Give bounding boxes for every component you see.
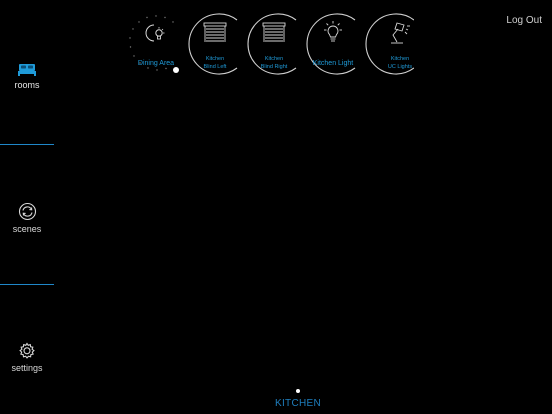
device-label: Kitchen Light bbox=[312, 60, 354, 67]
sidebar-item-settings[interactable]: settings bbox=[0, 342, 54, 373]
device-label: UC Lights bbox=[387, 64, 413, 70]
device-kitchen-blind-left[interactable]: Kitchen Blind Left bbox=[185, 12, 245, 76]
gear-icon bbox=[19, 342, 35, 359]
blind-icon bbox=[203, 22, 227, 42]
room-name: KITCHEN bbox=[275, 398, 321, 409]
scenes-icon bbox=[18, 202, 36, 221]
sidebar-item-scenes[interactable]: scenes bbox=[0, 202, 54, 234]
sidebar-item-label: scenes bbox=[12, 224, 42, 234]
device-kitchen-blind-right[interactable]: Kitchen Blind Right bbox=[244, 12, 304, 76]
blind-icon bbox=[262, 22, 286, 42]
bulb-icon bbox=[324, 21, 342, 42]
page-indicator-dot[interactable] bbox=[296, 389, 300, 393]
device-label: Kitchen bbox=[205, 56, 225, 62]
app-screen: rooms scenes settings Log Out Dining Are… bbox=[0, 0, 552, 414]
moon-bulb-icon bbox=[145, 24, 165, 42]
device-label: Kitchen bbox=[264, 56, 284, 62]
sidebar-divider bbox=[0, 284, 54, 285]
device-carousel[interactable]: Dining Area Kitchen Blind Left Kitchen B… bbox=[122, 8, 414, 80]
device-kitchen-uc-lights[interactable]: Kitchen UC Lights bbox=[362, 12, 414, 76]
device-dining-area[interactable]: Dining Area bbox=[126, 12, 186, 76]
logout-button[interactable]: Log Out bbox=[506, 15, 542, 26]
sidebar-item-label: settings bbox=[11, 363, 43, 373]
bed-icon bbox=[18, 64, 36, 76]
device-label: Blind Left bbox=[203, 64, 227, 70]
sidebar-item-rooms[interactable]: rooms bbox=[0, 62, 54, 90]
device-kitchen-light[interactable]: Kitchen Light bbox=[303, 12, 363, 76]
device-label: Blind Right bbox=[260, 64, 288, 70]
desk-lamp-icon bbox=[391, 22, 410, 44]
sidebar-item-label: rooms bbox=[14, 80, 40, 90]
sidebar-divider bbox=[0, 144, 54, 145]
device-label: Kitchen bbox=[390, 56, 410, 62]
dimmer-knob[interactable] bbox=[173, 67, 179, 73]
sidebar: rooms scenes settings bbox=[0, 0, 54, 414]
